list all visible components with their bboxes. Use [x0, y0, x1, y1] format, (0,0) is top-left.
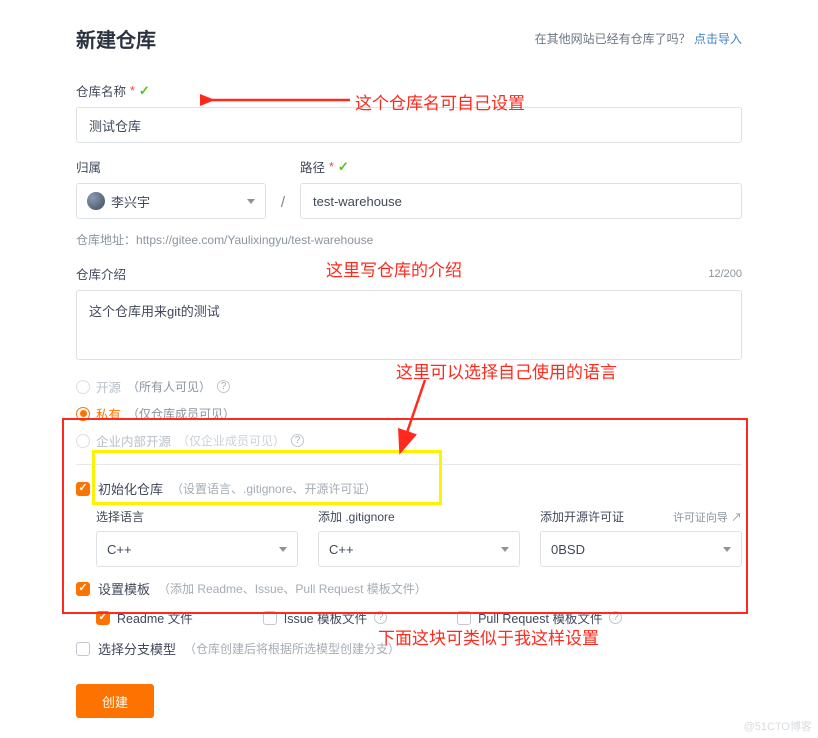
branch-model-label: 选择分支模型: [98, 639, 176, 658]
license-select[interactable]: 0BSD: [540, 531, 742, 567]
template-label: 设置模板: [98, 579, 150, 598]
public-label: 开源: [96, 377, 121, 396]
path-label: 路径: [300, 157, 325, 176]
required-star: *: [130, 84, 135, 98]
issue-tpl-checkbox[interactable]: [263, 611, 277, 625]
radio-private[interactable]: [76, 407, 90, 421]
owner-label: 归属: [76, 157, 101, 176]
private-label: 私有: [96, 404, 121, 423]
license-guide-link[interactable]: 许可证向导 ↗: [673, 509, 742, 525]
help-icon[interactable]: ?: [374, 611, 387, 624]
help-icon[interactable]: ?: [291, 434, 304, 447]
template-checkbox[interactable]: [76, 582, 90, 596]
gitignore-label: 添加 .gitignore: [318, 508, 395, 525]
slash: /: [276, 194, 290, 219]
intro-textarea[interactable]: 这个仓库用来git的测试: [76, 290, 742, 360]
public-desc: （所有人可见）: [127, 378, 211, 395]
license-value: 0BSD: [551, 542, 585, 557]
pr-tpl-checkbox[interactable]: [457, 611, 471, 625]
watermark: @51CTO博客: [744, 718, 812, 734]
init-repo-checkbox[interactable]: [76, 482, 90, 496]
init-repo-desc: （设置语言、.gitignore、开源许可证）: [171, 480, 376, 497]
enterprise-desc: （仅企业成员可见）: [177, 432, 285, 449]
readme-checkbox[interactable]: [96, 611, 110, 625]
radio-enterprise: [76, 434, 90, 448]
intro-counter: 12/200: [708, 268, 742, 280]
import-link[interactable]: 点击导入: [694, 32, 742, 46]
readme-label: Readme 文件: [117, 608, 193, 627]
language-label: 选择语言: [96, 508, 144, 525]
language-value: C++: [107, 542, 132, 557]
help-icon[interactable]: ?: [609, 611, 622, 624]
chevron-down-icon: [279, 547, 287, 552]
license-label: 添加开源许可证: [540, 508, 624, 525]
help-icon[interactable]: ?: [217, 380, 230, 393]
language-select[interactable]: C++: [96, 531, 298, 567]
repo-url-hint: 仓库地址：https://gitee.com/Yaulixingyu/test-…: [76, 231, 742, 248]
check-icon: ✓: [338, 159, 349, 175]
page-title: 新建仓库: [76, 24, 156, 53]
owner-select[interactable]: 李兴宇: [76, 183, 266, 219]
init-repo-label: 初始化仓库: [98, 479, 163, 498]
existing-repo-prompt: 在其他网站已经有仓库了吗？: [535, 32, 691, 46]
separator: [76, 464, 742, 465]
check-icon: ✓: [139, 83, 150, 99]
radio-public: [76, 380, 90, 394]
create-button[interactable]: 创建: [76, 684, 154, 718]
branch-model-desc: （仓库创建后将根据所选模型创建分支）: [184, 640, 400, 657]
branch-model-checkbox[interactable]: [76, 642, 90, 656]
enterprise-label: 企业内部开源: [96, 431, 171, 450]
owner-value: 李兴宇: [111, 192, 150, 211]
template-desc: （添加 Readme、Issue、Pull Request 模板文件）: [158, 580, 427, 597]
pr-tpl-label: Pull Request 模板文件: [478, 608, 602, 627]
chevron-down-icon: [501, 547, 509, 552]
repo-name-label: 仓库名称: [76, 81, 126, 100]
chevron-down-icon: [723, 547, 731, 552]
repo-name-input[interactable]: [76, 107, 742, 143]
header-right: 在其他网站已经有仓库了吗？ 点击导入: [535, 30, 742, 47]
required-star: *: [329, 160, 334, 174]
gitignore-select[interactable]: C++: [318, 531, 520, 567]
private-desc: （仅仓库成员可见）: [127, 405, 235, 422]
path-input[interactable]: [300, 183, 742, 219]
avatar: [87, 192, 105, 210]
issue-tpl-label: Issue 模板文件: [284, 608, 367, 627]
gitignore-value: C++: [329, 542, 354, 557]
chevron-down-icon: [247, 199, 255, 204]
intro-label: 仓库介绍: [76, 264, 126, 283]
